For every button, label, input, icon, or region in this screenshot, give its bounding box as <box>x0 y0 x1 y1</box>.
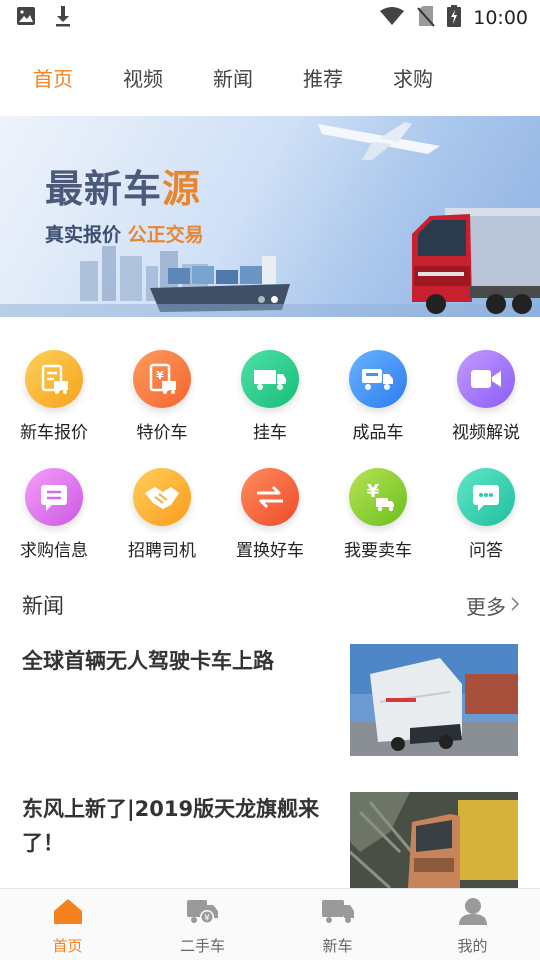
svg-text:¥: ¥ <box>156 369 164 382</box>
discount-icon: ¥ <box>133 350 191 408</box>
svg-text:¥: ¥ <box>204 914 210 924</box>
exchange-icon <box>241 468 299 526</box>
feature-video-commentary[interactable]: 视频解说 <box>432 350 540 443</box>
news-item[interactable]: 全球首辆无人驾驶卡车上路 <box>0 644 540 756</box>
nav-used-trucks[interactable]: ¥ 二手车 <box>135 889 270 960</box>
feature-q-and-a[interactable]: 问答 <box>432 468 540 561</box>
chat-icon <box>457 468 515 526</box>
chevron-right-icon <box>510 593 520 617</box>
nav-new-trucks[interactable]: 新车 <box>270 889 405 960</box>
feature-sell-my-truck[interactable]: ¥ 我要卖车 <box>324 468 432 561</box>
news-more-link[interactable]: 更多 <box>466 591 520 620</box>
banner-pagination <box>258 296 278 303</box>
feature-label: 视频解说 <box>452 423 520 443</box>
banner-artwork <box>0 122 540 317</box>
news-item-title: 全球首辆无人驾驶卡车上路 <box>22 649 274 673</box>
feature-label: 问答 <box>469 541 503 561</box>
nav-label: 二手车 <box>179 937 225 955</box>
message-icon <box>25 468 83 526</box>
battery-icon <box>447 4 462 32</box>
sell-truck-icon: ¥ <box>349 468 407 526</box>
wifi-icon <box>379 6 405 31</box>
news-section-title: 新闻 <box>22 594 64 618</box>
more-label: 更多 <box>466 594 506 619</box>
nav-home[interactable]: 首页 <box>0 889 135 960</box>
download-notification-icon <box>54 5 72 31</box>
feature-label: 招聘司机 <box>128 541 196 561</box>
tab-news[interactable]: 新闻 <box>213 63 253 92</box>
airplane-graphic <box>318 122 440 160</box>
news-thumbnail <box>350 644 518 756</box>
feature-trailer[interactable]: 挂车 <box>216 350 324 443</box>
top-tabs: 首页 视频 新闻 推荐 求购 <box>0 52 540 102</box>
promo-banner[interactable]: 最新车源 真实报价 公正交易 <box>0 116 540 317</box>
news-item[interactable]: 东风上新了|2019版天龙旗舰来了！ <box>0 792 540 888</box>
red-truck-graphic <box>412 208 540 314</box>
feature-label: 成品车 <box>352 423 404 443</box>
quote-icon <box>25 350 83 408</box>
nav-label: 首页 <box>52 937 83 955</box>
clock-time: 10:00 <box>473 7 528 29</box>
banner-title: 最新车源 <box>45 167 202 211</box>
news-thumbnail <box>350 792 518 888</box>
no-sim-icon <box>417 5 435 32</box>
status-bar: 10:00 <box>0 0 540 36</box>
news-section-header: 新闻 更多 <box>22 590 520 620</box>
pagination-dot <box>258 296 265 303</box>
new-truck-icon <box>320 897 356 929</box>
feature-label: 新车报价 <box>20 423 88 443</box>
pagination-dot-active <box>271 296 278 303</box>
video-icon <box>457 350 515 408</box>
news-item-title: 东风上新了|2019版天龙旗舰来了！ <box>22 797 320 855</box>
feature-label: 特价车 <box>136 423 188 443</box>
feature-new-truck-quote[interactable]: 新车报价 <box>0 350 108 443</box>
home-icon <box>52 897 84 929</box>
feature-trade-in[interactable]: 置换好车 <box>216 468 324 561</box>
feature-special-price-truck[interactable]: ¥ 特价车 <box>108 350 216 443</box>
feature-label: 我要卖车 <box>344 541 412 561</box>
feature-purchase-request-info[interactable]: 求购信息 <box>0 468 108 561</box>
feature-driver-recruitment[interactable]: 招聘司机 <box>108 468 216 561</box>
nav-label: 新车 <box>322 937 353 955</box>
feature-label: 求购信息 <box>20 541 88 561</box>
finished-truck-icon <box>349 350 407 408</box>
used-truck-icon: ¥ <box>185 897 221 929</box>
nav-label: 我的 <box>457 937 488 955</box>
trailer-icon <box>241 350 299 408</box>
nav-my-profile[interactable]: 我的 <box>405 889 540 960</box>
feature-label: 置换好车 <box>236 541 304 561</box>
bottom-navigation: 首页 ¥ 二手车 新车 我的 <box>0 888 540 960</box>
tab-recommend[interactable]: 推荐 <box>303 63 343 92</box>
image-notification-icon <box>16 6 36 30</box>
feature-label: 挂车 <box>253 423 287 443</box>
handshake-icon <box>133 468 191 526</box>
banner-subtitle: 真实报价 公正交易 <box>45 224 204 246</box>
user-icon <box>457 897 489 929</box>
feature-grid: 新车报价 ¥ 特价车 挂车 成品车 视频解说 求购信息 招聘司机 置换好车 ¥ … <box>0 350 540 561</box>
tab-home[interactable]: 首页 <box>33 63 73 92</box>
tab-purchase-request[interactable]: 求购 <box>393 63 433 92</box>
tab-video[interactable]: 视频 <box>123 63 163 92</box>
feature-finished-truck[interactable]: 成品车 <box>324 350 432 443</box>
